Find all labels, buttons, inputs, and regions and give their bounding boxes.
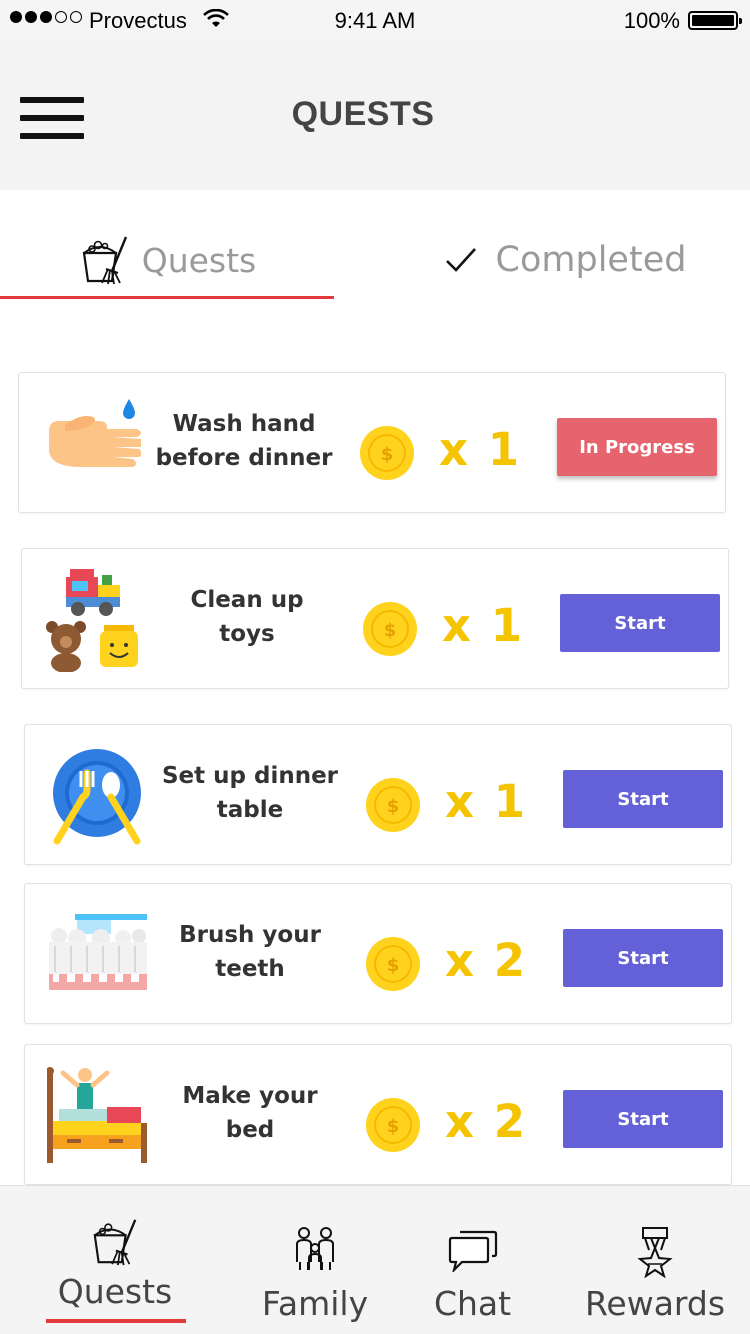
reward-multiplier: x 1 [445,775,528,828]
bottom-tab-bar: Quests Family Chat Rewards [0,1185,750,1334]
family-icon [296,1227,334,1270]
teeth-brush-icon [49,914,147,990]
start-button[interactable]: Start [563,929,723,987]
in-progress-button[interactable]: In Progress [557,418,717,476]
tab-quests[interactable]: Quests [0,220,334,300]
active-bottom-tab-indicator [46,1319,186,1323]
chat-bubbles-icon [448,1230,497,1272]
bottom-tab-quests[interactable]: Quests [30,1186,200,1334]
quest-title: Set up dinner table [161,763,339,823]
quest-card: Make your bed $ x 2 Start [24,1044,732,1185]
quest-title: Clean up toys [190,587,304,647]
reward-multiplier: x 1 [442,599,525,652]
reward-multiplier: x 2 [445,1095,528,1148]
quest-card: Clean up toys $ x 1 Start [21,548,729,689]
cleaning-bucket-icon [82,236,127,285]
quest-card: Set up dinner table $ x 1 Start [24,724,732,865]
start-button[interactable]: Start [563,1090,723,1148]
coin-icon: $ [363,602,417,656]
wash-hand-icon [49,399,141,467]
svg-text:$: $ [384,620,397,641]
status-bar: Provectus 9:41 AM 100% [0,0,750,40]
bottom-tab-chat[interactable]: Chat [410,1186,535,1334]
active-tab-indicator [0,296,334,299]
svg-text:$: $ [387,1116,400,1137]
toys-icon [46,569,138,672]
nav-bar: QUESTS [0,40,750,190]
svg-text:$: $ [387,955,400,976]
coin-icon: $ [366,1098,420,1152]
bottom-tab-label: Rewards [584,1284,726,1323]
page-title: QUESTS [291,95,435,133]
bottom-tab-label: Quests [57,1272,173,1311]
quest-title: Make your bed [182,1083,318,1143]
battery-percent: 100% [623,8,680,33]
start-button[interactable]: Start [563,770,723,828]
checkmark-icon [445,248,476,272]
quest-card: Wash hand before dinner $ x 1 In Progress [18,372,726,513]
dinner-plate-icon [53,749,141,845]
coin-icon: $ [366,937,420,991]
quest-card: Brush your teeth $ x 2 Start [24,883,732,1024]
reward-multiplier: x 1 [439,423,522,476]
bottom-tab-label: Family [261,1284,369,1323]
coin-icon: $ [366,778,420,832]
reward-multiplier: x 2 [445,934,528,987]
quest-title: Wash hand before dinner [155,411,333,471]
tab-completed[interactable]: Completed [380,220,750,300]
medal-icon [637,1227,673,1278]
bottom-tab-label: Chat [433,1284,512,1323]
tab-quests-label: Quests [141,240,257,280]
start-button[interactable]: Start [560,594,720,652]
cleaning-bucket-icon [93,1219,137,1266]
quest-title: Brush your teeth [179,922,321,982]
bed-icon [47,1067,147,1163]
tab-completed-label: Completed [495,240,687,280]
bottom-tab-rewards[interactable]: Rewards [570,1186,740,1334]
battery-icon [688,11,742,30]
svg-text:$: $ [381,444,394,465]
coin-icon: $ [360,426,414,480]
svg-text:$: $ [387,796,400,817]
bottom-tab-family[interactable]: Family [240,1186,390,1334]
